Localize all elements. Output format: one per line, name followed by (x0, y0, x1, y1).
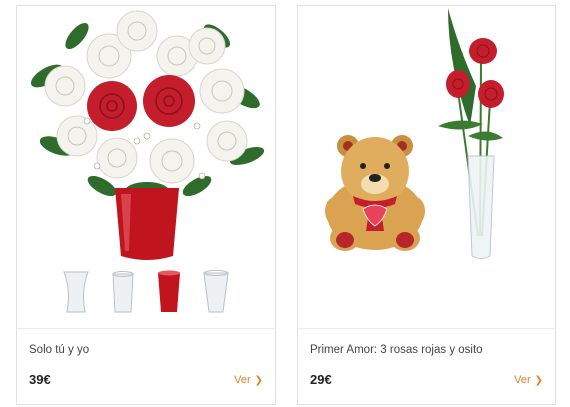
roses-bear-illustration (325, 8, 504, 259)
product-price: 29€ (310, 372, 332, 387)
product-card-solo-tu-y-yo[interactable]: Solo tú y yo 39€ Ver ❯ (16, 5, 276, 405)
product-info: Solo tú y yo 39€ Ver ❯ (17, 328, 275, 404)
view-product-link[interactable]: Ver ❯ (234, 374, 263, 386)
vase-option-tall-glass[interactable] (202, 270, 230, 314)
product-image-bouquet[interactable] (17, 6, 275, 328)
product-image-roses-and-bear[interactable] (298, 6, 555, 328)
product-price: 39€ (29, 372, 51, 387)
view-link-label: Ver (514, 374, 531, 386)
bouquet-illustration (30, 10, 265, 260)
chevron-right-icon: ❯ (534, 374, 543, 386)
chevron-right-icon: ❯ (254, 374, 263, 386)
vase-options (17, 270, 275, 320)
product-info: Primer Amor: 3 rosas rojas y osito 29€ V… (298, 328, 555, 404)
vase-option-cylinder[interactable] (110, 270, 136, 314)
product-card-primer-amor[interactable]: Primer Amor: 3 rosas rojas y osito 29€ V… (297, 5, 556, 405)
view-product-link[interactable]: Ver ❯ (514, 374, 543, 386)
view-link-label: Ver (234, 374, 251, 386)
vase-option-hourglass[interactable] (61, 270, 91, 314)
product-title[interactable]: Solo tú y yo (29, 344, 89, 356)
vase-option-red[interactable] (156, 270, 182, 314)
product-title[interactable]: Primer Amor: 3 rosas rojas y osito (310, 344, 483, 356)
